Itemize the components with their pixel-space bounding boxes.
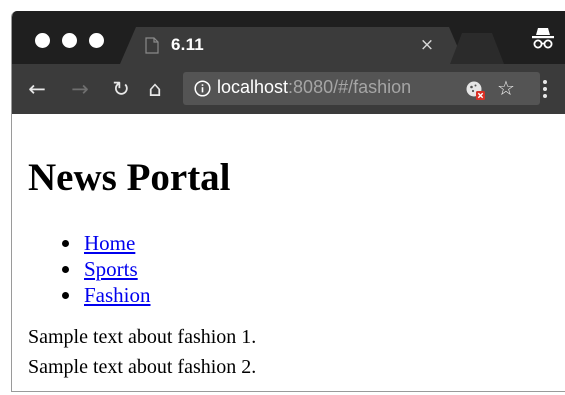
- forward-arrow-icon[interactable]: →: [67, 76, 93, 102]
- tab-strip: 6.11 ×: [12, 11, 565, 64]
- address-bar[interactable]: localhost:8080/#/fashion ☆: [183, 72, 540, 105]
- document-icon: [145, 37, 159, 54]
- cookie-blocked-icon[interactable]: [464, 79, 486, 101]
- new-tab-button[interactable]: [450, 33, 504, 64]
- nav-link-home[interactable]: Home: [84, 230, 135, 256]
- bullet: [62, 292, 69, 299]
- menu-kebab-icon[interactable]: [538, 77, 552, 101]
- info-icon[interactable]: [194, 80, 211, 97]
- url-path: :8080/#/fashion: [288, 77, 412, 97]
- browser-toolbar: ← → ↻ ⌂ localhost:8080/#/fashion ☆: [12, 64, 565, 114]
- close-tab-icon[interactable]: ×: [416, 34, 438, 56]
- paragraph-1: Sample text about fashion 1.: [28, 326, 257, 348]
- page-title: News Portal: [28, 156, 231, 199]
- bullet: [62, 240, 69, 247]
- bookmark-star-icon[interactable]: ☆: [494, 75, 518, 101]
- incognito-icon: [532, 28, 554, 49]
- nav-link-sports[interactable]: Sports: [84, 256, 138, 282]
- window-close-button[interactable]: [35, 33, 50, 48]
- screenshot-frame: 6.11 × ← → ↻ ⌂ localhost:8080/#/fashion …: [0, 0, 565, 395]
- window-minimize-button[interactable]: [62, 33, 77, 48]
- url-host: localhost: [217, 77, 289, 97]
- reload-icon[interactable]: ↻: [108, 76, 134, 102]
- tab-active[interactable]: 6.11 ×: [120, 27, 465, 64]
- home-icon[interactable]: ⌂: [142, 76, 168, 102]
- browser-window: 6.11 × ← → ↻ ⌂ localhost:8080/#/fashion …: [11, 11, 565, 392]
- back-arrow-icon[interactable]: ←: [24, 76, 50, 102]
- window-maximize-button[interactable]: [89, 33, 104, 48]
- paragraph-2: Sample text about fashion 2.: [28, 356, 257, 378]
- bullet: [62, 266, 69, 273]
- nav-link-fashion[interactable]: Fashion: [84, 282, 151, 308]
- url-text[interactable]: localhost:8080/#/fashion: [217, 77, 411, 98]
- tab-title: 6.11: [171, 35, 204, 54]
- page-content: News Portal Home Sports Fashion Sample t…: [12, 114, 565, 391]
